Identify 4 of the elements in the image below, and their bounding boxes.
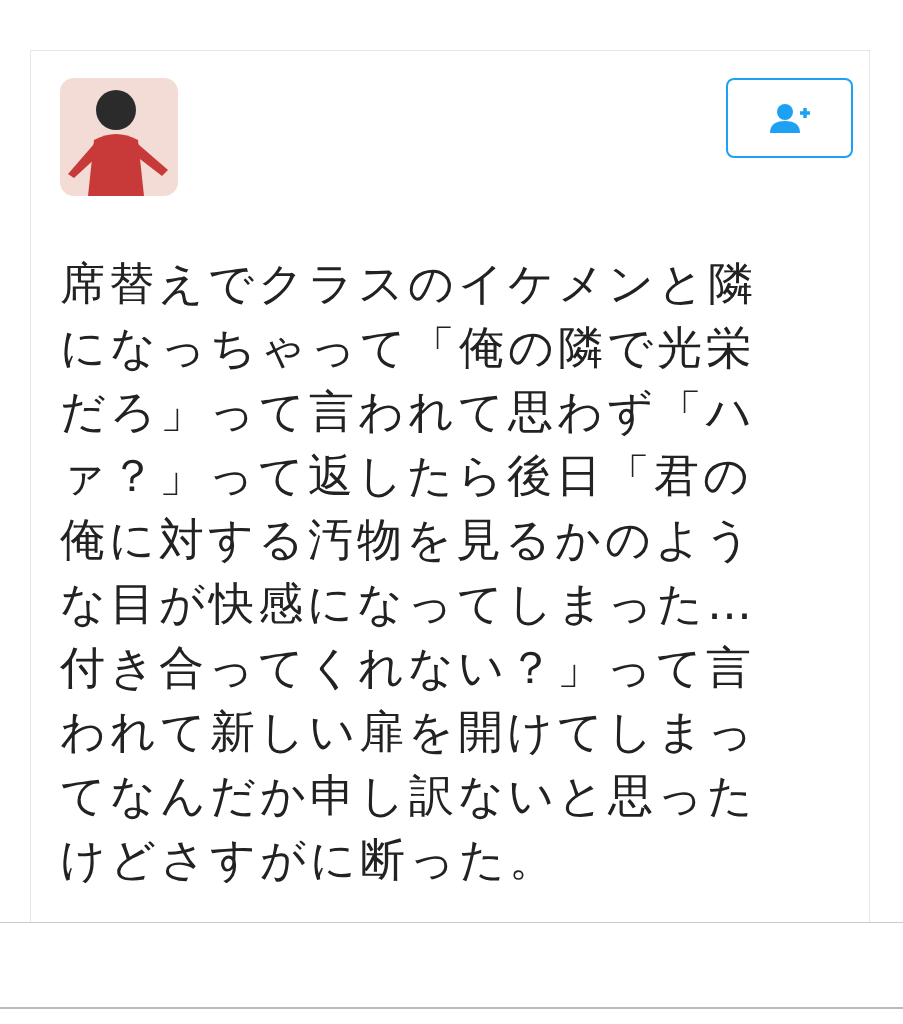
avatar-icon[interactable] [60,78,178,196]
user-plus-icon [769,103,810,133]
follow-button[interactable] [726,78,853,158]
tweet-text: 席替えでクラスのイケメンと隣になっちゃって「俺の隣で光栄だろ」って言われて思わず「ハァ？」って返したら後日「君の俺に対する汚物を見るかのような目が快感になってしまった…付き合ってくれない？」って言われて新しい扉を開けてしまってなんだか申し訳ないと思ったけどさすがに断った。 [60,256,758,888]
